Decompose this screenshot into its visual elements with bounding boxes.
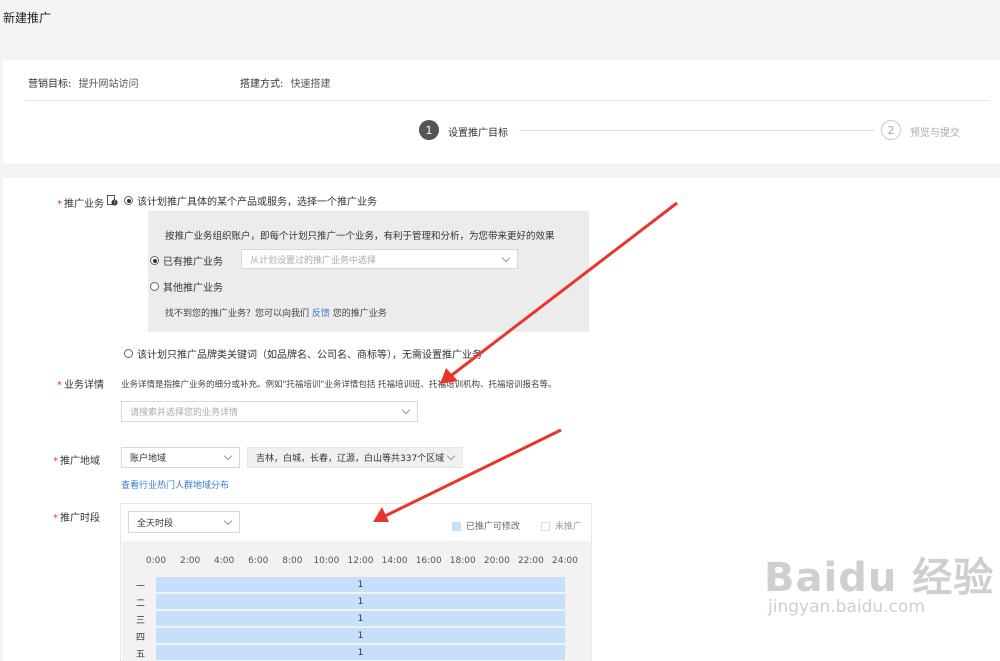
watermark-main: Baidu 经验 <box>764 555 995 601</box>
annotation-arrow-2 <box>382 428 562 519</box>
arrowhead-1-icon <box>440 368 458 384</box>
annotation-arrow-1 <box>447 201 678 380</box>
baidu-jingyan-watermark: Baidu 经验 jingyan.baidu.com <box>764 545 994 617</box>
